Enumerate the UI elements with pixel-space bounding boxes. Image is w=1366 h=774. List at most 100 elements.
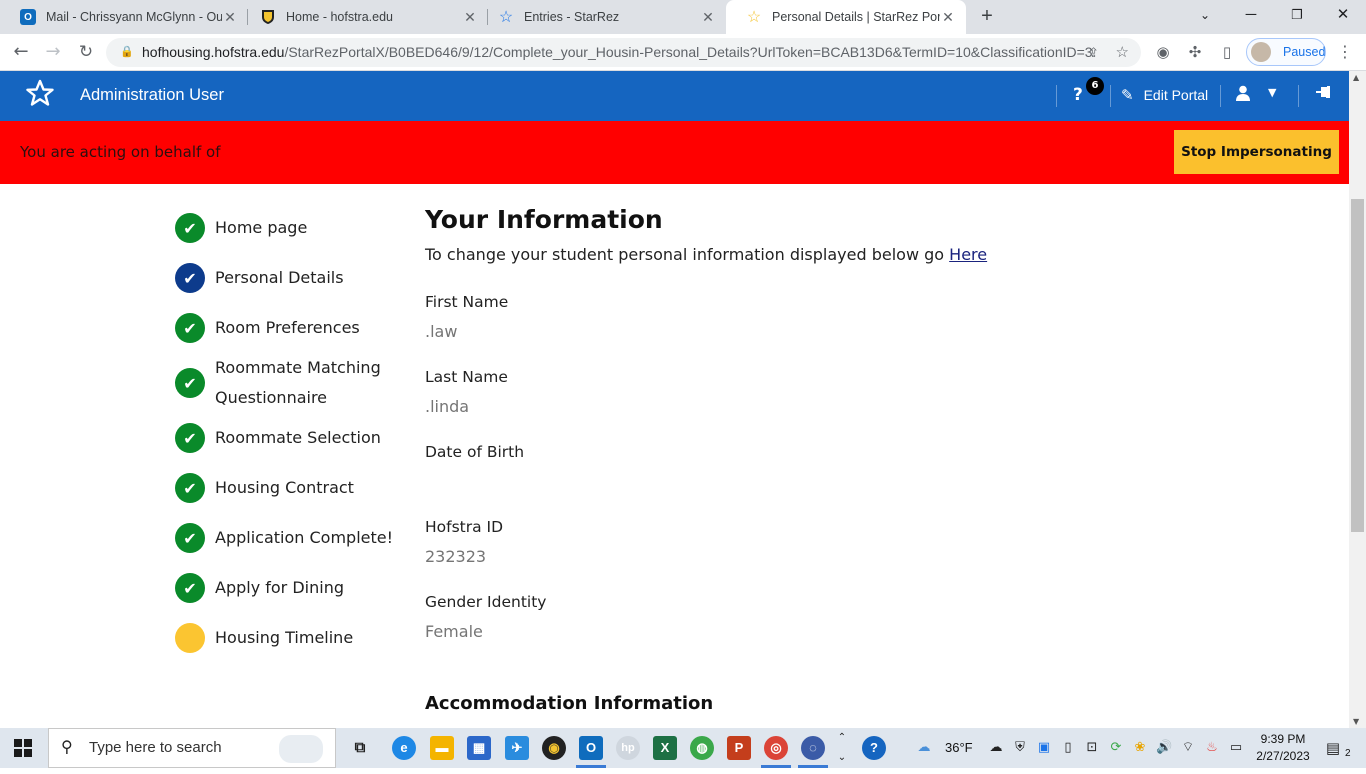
close-window-button[interactable]: ✕: [1320, 0, 1366, 32]
first-name-value: .law: [425, 322, 458, 341]
last-name-value: .linda: [425, 397, 470, 416]
usb-icon[interactable]: ▯: [1060, 740, 1076, 756]
app-circle-icon[interactable]: ◌: [801, 736, 825, 760]
back-arrow-icon[interactable]: ←: [8, 39, 34, 65]
close-tab-icon[interactable]: ✕: [700, 9, 716, 26]
scroll-up-arrow-icon[interactable]: ▲: [1353, 73, 1359, 82]
battery-icon[interactable]: ▭: [1228, 740, 1244, 756]
side-panel-icon[interactable]: ▯: [1217, 42, 1237, 62]
windows-start-icon[interactable]: [14, 739, 32, 757]
help-question-icon[interactable]: ?: [1073, 85, 1083, 105]
address-bar[interactable]: 🔒 hofhousing.hofstra.edu/StarRezPortalX/…: [106, 38, 1141, 67]
reload-icon[interactable]: ↻: [73, 39, 99, 65]
scrollbar-thumb[interactable]: [1351, 199, 1364, 532]
excel-icon[interactable]: X: [653, 736, 677, 760]
app-rocket-icon[interactable]: ✈: [505, 736, 529, 760]
extension-circle-icon[interactable]: ◉: [1153, 42, 1173, 62]
task-view-icon[interactable]: ⧉: [348, 736, 372, 760]
user-icon[interactable]: [1236, 85, 1250, 105]
user-name: Administration User: [80, 86, 224, 104]
sync-icon[interactable]: ⟳: [1108, 740, 1124, 756]
browser-tab-personal-details[interactable]: ☆ Personal Details | StarRez Portal ✕: [726, 0, 966, 34]
microsoft-store-icon[interactable]: ▦: [467, 736, 491, 760]
scroll-down-arrow-icon[interactable]: ▼: [1353, 717, 1359, 726]
step-label: Application Complete!: [215, 528, 394, 547]
tab-title: Entries - StarRez: [524, 10, 620, 24]
browser-tab-mail[interactable]: O Mail - Chrissyann McGlynn - Out ✕: [0, 0, 248, 34]
windows-taskbar: ⚲ Type here to search ⧉ e ▬ ▦ ✈ ◉ O hp X…: [0, 728, 1366, 768]
file-explorer-icon[interactable]: ▬: [430, 736, 454, 760]
extensions-puzzle-icon[interactable]: ✣: [1185, 42, 1205, 62]
step-roommate-matching-questionnaire[interactable]: ✔ Roommate Matching Questionnaire: [175, 353, 405, 413]
chevron-down-icon[interactable]: ▼: [1268, 86, 1276, 99]
wifi-icon[interactable]: ⌔: [1180, 740, 1196, 756]
step-application-complete[interactable]: ✔ Application Complete!: [175, 523, 405, 553]
onedrive-icon[interactable]: ☁: [988, 740, 1004, 756]
first-name-label: First Name: [425, 293, 509, 311]
accommodation-section-title: Accommodation Information: [425, 693, 714, 714]
browser-tab-starrez-entries[interactable]: ☆ Entries - StarRez ✕: [478, 0, 726, 34]
close-tab-icon[interactable]: ✕: [940, 9, 956, 26]
taskbar-scroll-up-icon[interactable]: ⌃: [834, 730, 850, 746]
starrez-logo-icon[interactable]: [26, 79, 54, 114]
portal-header: Administration User ? 6 ✎ Edit Portal ▼: [0, 71, 1349, 121]
security-shield-icon[interactable]: ⛨: [1012, 740, 1028, 756]
bookmark-star-icon[interactable]: ☆: [1116, 38, 1129, 67]
pin-icon[interactable]: [1316, 84, 1332, 103]
globe-app-icon[interactable]: ◍: [690, 736, 714, 760]
step-home-page[interactable]: ✔ Home page: [175, 213, 405, 243]
hp-icon[interactable]: hp: [616, 736, 640, 760]
taskbar-scroll-down-icon[interactable]: ⌄: [834, 750, 850, 766]
outlook-icon[interactable]: O: [579, 736, 603, 760]
help-icon[interactable]: ?: [862, 736, 886, 760]
restore-button[interactable]: ❐: [1274, 0, 1320, 32]
outlook-icon: O: [20, 9, 36, 25]
notification-icon[interactable]: ▤: [1325, 740, 1341, 756]
browser-tab-strip: O Mail - Chrissyann McGlynn - Out ✕ Home…: [0, 0, 1366, 34]
check-icon: ✔: [175, 263, 205, 293]
step-apply-for-dining[interactable]: ✔ Apply for Dining: [175, 573, 405, 603]
tab-search-chevron-icon[interactable]: ⌄: [1182, 0, 1228, 32]
profile-button[interactable]: Paused: [1246, 38, 1326, 66]
new-tab-button[interactable]: +: [975, 5, 999, 29]
weather-temperature[interactable]: 36°F: [945, 728, 973, 768]
pending-dot-icon: [175, 623, 205, 653]
step-label: Apply for Dining: [215, 578, 344, 597]
taskbar-clock[interactable]: 9:39 PM 2/27/2023: [1252, 731, 1314, 765]
page-scrollbar[interactable]: ▲ ▼: [1349, 71, 1366, 728]
step-label: Housing Contract: [215, 478, 354, 497]
step-room-preferences[interactable]: ✔ Room Preferences: [175, 313, 405, 343]
check-icon: ✔: [175, 313, 205, 343]
forward-arrow-icon[interactable]: →: [40, 39, 66, 65]
volume-icon[interactable]: 🔊: [1156, 740, 1172, 756]
close-tab-icon[interactable]: ✕: [462, 9, 478, 26]
step-roommate-selection[interactable]: ✔ Roommate Selection: [175, 423, 405, 453]
powerpoint-icon[interactable]: P: [727, 736, 751, 760]
tray-app-icon[interactable]: ❀: [1132, 740, 1148, 756]
edit-portal-button[interactable]: ✎ Edit Portal: [1121, 86, 1208, 104]
stop-impersonating-button[interactable]: Stop Impersonating: [1174, 130, 1339, 174]
impersonation-message: You are acting on behalf of: [20, 143, 221, 161]
taskbar-search-input[interactable]: ⚲ Type here to search: [48, 728, 336, 768]
step-housing-contract[interactable]: ✔ Housing Contract: [175, 473, 405, 503]
intro-text: To change your student personal informat…: [425, 245, 987, 264]
browser-tab-hofstra[interactable]: Home - hofstra.edu ✕: [240, 0, 488, 34]
flame-app-icon[interactable]: ♨: [1204, 740, 1220, 756]
header-divider: [1220, 85, 1221, 107]
network-app-icon[interactable]: ▣: [1036, 740, 1052, 756]
step-label: Room Preferences: [215, 318, 360, 337]
step-personal-details[interactable]: ✔ Personal Details: [175, 263, 405, 293]
step-label: Personal Details: [215, 268, 344, 287]
tab-title: Mail - Chrissyann McGlynn - Out: [46, 10, 222, 24]
minimize-button[interactable]: ─: [1228, 0, 1274, 32]
chrome-icon[interactable]: ◎: [764, 736, 788, 760]
media-player-icon[interactable]: ◉: [542, 736, 566, 760]
here-link[interactable]: Here: [949, 245, 987, 264]
close-tab-icon[interactable]: ✕: [222, 9, 238, 26]
step-housing-timeline[interactable]: Housing Timeline: [175, 623, 405, 653]
check-icon: ✔: [175, 523, 205, 553]
edge-icon[interactable]: e: [392, 736, 416, 760]
share-icon[interactable]: ⇪: [1088, 38, 1099, 67]
browser-menu-icon[interactable]: ⋮: [1337, 40, 1353, 64]
display-icon[interactable]: ⊡: [1084, 740, 1100, 756]
